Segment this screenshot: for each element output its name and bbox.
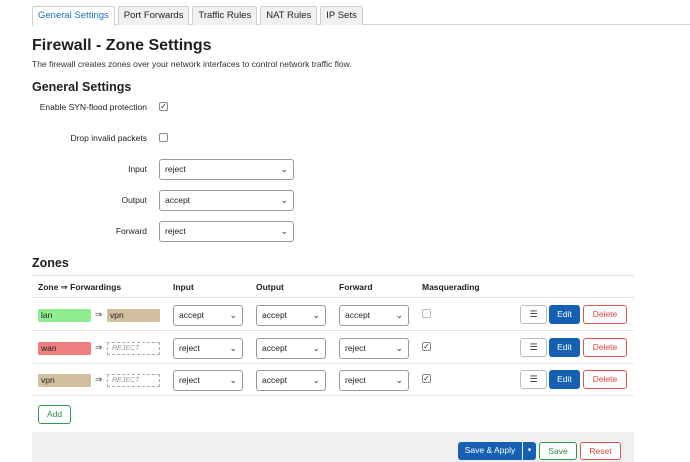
tab-traffic-rules[interactable]: Traffic Rules <box>192 6 258 25</box>
zone-vpn-delete-button[interactable]: Delete <box>583 370 627 389</box>
chevron-down-icon: ⌄ <box>395 343 403 353</box>
zone-lan-masquerade-checkbox[interactable] <box>422 309 431 318</box>
tab-general-settings[interactable]: General Settings <box>32 6 115 26</box>
zone-row-wan: wan ⇒ REJECT reject ⌄ accept ⌄ reject ⌄ … <box>32 332 634 364</box>
chevron-down-icon: ⌄ <box>280 226 288 236</box>
zone-wan-input-value: reject <box>179 343 200 353</box>
drop-invalid-checkbox[interactable] <box>159 133 168 142</box>
tab-nat-rules[interactable]: NAT Rules <box>260 6 318 25</box>
zone-lan-output-value: accept <box>262 310 288 320</box>
zone-badge-wan: wan <box>38 342 91 355</box>
col-input: Input <box>173 282 194 292</box>
chevron-down-icon: ⌄ <box>395 310 403 320</box>
zone-row-vpn: vpn ⇒ REJECT reject ⌄ accept ⌄ reject ⌄ … <box>32 364 634 396</box>
tab-port-forwards[interactable]: Port Forwards <box>117 6 190 25</box>
chevron-down-icon: ⌄ <box>229 375 237 385</box>
forward-policy-value: reject <box>165 226 186 236</box>
zone-vpn-input-select[interactable]: reject ⌄ <box>173 370 243 391</box>
save-apply-button[interactable]: Save & Apply <box>458 442 522 460</box>
zone-wan-edit-button[interactable]: Edit <box>549 338 580 357</box>
col-masquerading: Masquerading <box>422 282 480 292</box>
zone-lan-menu-button[interactable]: ☰ <box>520 305 547 324</box>
zone-vpn-masquerade-checkbox[interactable]: ✓ <box>422 374 431 383</box>
zone-vpn-menu-button[interactable]: ☰ <box>520 370 547 389</box>
zone-lan-output-select[interactable]: accept ⌄ <box>256 305 326 326</box>
zone-vpn-input-value: reject <box>179 375 200 385</box>
col-output: Output <box>256 282 284 292</box>
output-policy-label: Output <box>121 195 147 205</box>
zone-wan-input-select[interactable]: reject ⌄ <box>173 338 243 359</box>
forward-arrow-icon: ⇒ <box>95 374 103 384</box>
zone-wan-forward-value: reject <box>345 343 366 353</box>
general-settings-heading: General Settings <box>32 80 132 94</box>
forward-arrow-icon: ⇒ <box>95 309 103 319</box>
zone-lan-input-select[interactable]: accept ⌄ <box>173 305 243 326</box>
zone-vpn-forward-value: reject <box>345 375 366 385</box>
caret-down-icon: ▾ <box>527 447 532 454</box>
forward-target-reject: REJECT <box>107 374 160 387</box>
forward-target-vpn: vpn <box>107 309 160 322</box>
zone-vpn-forward-select[interactable]: reject ⌄ <box>339 370 409 391</box>
save-apply-dropdown-button[interactable]: ▾ <box>523 442 536 460</box>
forward-arrow-icon: ⇒ <box>95 342 103 352</box>
forward-policy-label: Forward <box>115 226 147 236</box>
input-policy-label: Input <box>128 164 147 174</box>
synflood-label: Enable SYN-flood protection <box>39 102 147 112</box>
synflood-checkbox[interactable]: ✓ <box>159 102 168 111</box>
add-zone-button[interactable]: Add <box>38 405 71 424</box>
zone-wan-menu-button[interactable]: ☰ <box>520 338 547 357</box>
zone-vpn-edit-button[interactable]: Edit <box>549 370 580 389</box>
output-policy-value: accept <box>165 195 191 205</box>
reset-button[interactable]: Reset <box>580 442 621 460</box>
tab-bar: General Settings Port Forwards Traffic R… <box>32 6 690 26</box>
page-description: The firewall creates zones over your net… <box>32 59 352 69</box>
zone-wan-output-select[interactable]: accept ⌄ <box>256 338 326 359</box>
chevron-down-icon: ⌄ <box>280 195 288 205</box>
forward-policy-select[interactable]: reject ⌄ <box>159 221 294 242</box>
zone-badge-lan: lan <box>38 309 91 322</box>
forward-target-reject: REJECT <box>107 342 160 355</box>
drop-invalid-label: Drop invalid packets <box>70 133 147 143</box>
zone-lan-forward-value: accept <box>345 310 371 320</box>
chevron-down-icon: ⌄ <box>312 310 320 320</box>
input-policy-value: reject <box>165 164 186 174</box>
chevron-down-icon: ⌄ <box>395 375 403 385</box>
zone-lan-input-value: accept <box>179 310 205 320</box>
zone-wan-delete-button[interactable]: Delete <box>583 338 627 357</box>
page-title: Firewall - Zone Settings <box>32 37 212 54</box>
zone-wan-output-value: accept <box>262 343 288 353</box>
menu-icon: ☰ <box>529 374 538 384</box>
chevron-down-icon: ⌄ <box>280 164 288 174</box>
tab-ip-sets[interactable]: IP Sets <box>320 6 363 25</box>
zone-lan-edit-button[interactable]: Edit <box>549 305 580 324</box>
save-button[interactable]: Save <box>539 442 577 460</box>
zone-vpn-output-value: accept <box>262 375 288 385</box>
col-zone-forwardings: Zone ⇒ Forwardings <box>38 282 122 292</box>
col-forward: Forward <box>339 282 373 292</box>
chevron-down-icon: ⌄ <box>229 310 237 320</box>
zone-row-lan: lan ⇒ vpn accept ⌄ accept ⌄ accept ⌄ ☰ E… <box>32 299 634 331</box>
zone-lan-forward-select[interactable]: accept ⌄ <box>339 305 409 326</box>
input-policy-select[interactable]: reject ⌄ <box>159 159 294 180</box>
zone-lan-delete-button[interactable]: Delete <box>583 305 627 324</box>
menu-icon: ☰ <box>529 342 538 352</box>
zones-table-header: Zone ⇒ Forwardings Input Output Forward … <box>32 275 634 298</box>
menu-icon: ☰ <box>529 309 538 319</box>
chevron-down-icon: ⌄ <box>312 343 320 353</box>
zone-badge-vpn: vpn <box>38 374 91 387</box>
zone-wan-forward-select[interactable]: reject ⌄ <box>339 338 409 359</box>
chevron-down-icon: ⌄ <box>229 343 237 353</box>
chevron-down-icon: ⌄ <box>312 375 320 385</box>
zone-vpn-output-select[interactable]: accept ⌄ <box>256 370 326 391</box>
output-policy-select[interactable]: accept ⌄ <box>159 190 294 211</box>
zones-heading: Zones <box>32 256 69 270</box>
zone-wan-masquerade-checkbox[interactable]: ✓ <box>422 342 431 351</box>
